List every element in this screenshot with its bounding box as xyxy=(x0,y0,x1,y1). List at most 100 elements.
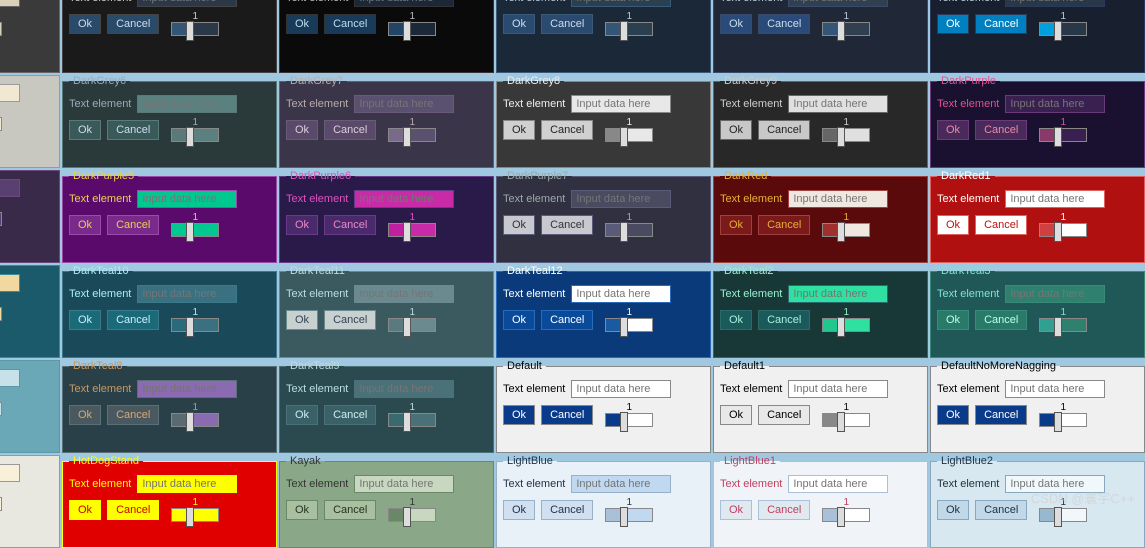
ok-button[interactable]: Ok xyxy=(69,14,101,34)
data-input[interactable] xyxy=(137,380,237,398)
data-input[interactable] xyxy=(0,84,20,102)
data-input[interactable] xyxy=(788,0,888,7)
slider[interactable] xyxy=(605,223,653,237)
data-input[interactable] xyxy=(1005,0,1105,7)
ok-button[interactable]: Ok xyxy=(69,120,101,140)
data-input[interactable] xyxy=(571,190,671,208)
cancel-button[interactable]: Cancel xyxy=(107,310,159,330)
slider[interactable] xyxy=(388,508,436,522)
cancel-button[interactable]: Cancel xyxy=(758,120,810,140)
ok-button[interactable]: Ok xyxy=(503,310,535,330)
cancel-button[interactable]: Cancel xyxy=(975,310,1027,330)
ok-button[interactable]: Ok xyxy=(937,310,969,330)
cancel-button[interactable]: Cancel xyxy=(541,500,593,520)
data-input[interactable] xyxy=(0,179,20,197)
cancel-button[interactable]: Cancel xyxy=(758,500,810,520)
cancel-button[interactable]: Cancel xyxy=(758,14,810,34)
cancel-button[interactable]: Cancel xyxy=(324,215,376,235)
cancel-button[interactable]: Cancel xyxy=(975,120,1027,140)
ok-button[interactable]: Ok xyxy=(69,310,101,330)
cancel-button[interactable]: Cancel xyxy=(324,405,376,425)
cancel-button[interactable]: Cancel xyxy=(107,215,159,235)
cancel-button[interactable]: Cancel xyxy=(541,120,593,140)
ok-button[interactable]: Ok xyxy=(720,215,752,235)
slider[interactable] xyxy=(822,413,870,427)
cancel-button[interactable]: Cancel xyxy=(107,14,159,34)
data-input[interactable] xyxy=(137,95,237,113)
data-input[interactable] xyxy=(137,190,237,208)
slider[interactable] xyxy=(171,128,219,142)
data-input[interactable] xyxy=(571,95,671,113)
data-input[interactable] xyxy=(571,285,671,303)
ok-button[interactable]: Ok xyxy=(720,310,752,330)
slider[interactable] xyxy=(171,318,219,332)
ok-button[interactable]: Ok xyxy=(720,500,752,520)
data-input[interactable] xyxy=(1005,190,1105,208)
ok-button[interactable]: Ok xyxy=(69,405,101,425)
cancel-button[interactable]: Cancel xyxy=(324,14,376,34)
cancel-button[interactable]: Cancel xyxy=(975,215,1027,235)
slider[interactable] xyxy=(605,318,653,332)
slider[interactable] xyxy=(1039,413,1087,427)
slider[interactable] xyxy=(605,128,653,142)
cancel-button[interactable]: Cancel xyxy=(541,14,593,34)
ok-button[interactable]: Ok xyxy=(937,120,969,140)
data-input[interactable] xyxy=(137,285,237,303)
ok-button[interactable]: Ok xyxy=(286,120,318,140)
data-input[interactable] xyxy=(1005,95,1105,113)
data-input[interactable] xyxy=(137,475,237,493)
slider[interactable] xyxy=(605,413,653,427)
cancel-button[interactable]: Cancel xyxy=(975,405,1027,425)
data-input[interactable] xyxy=(0,274,20,292)
slider[interactable] xyxy=(1039,508,1087,522)
ok-button[interactable]: Ok xyxy=(69,500,101,520)
cancel-button[interactable]: Cancel xyxy=(324,500,376,520)
data-input[interactable] xyxy=(788,380,888,398)
ok-button[interactable]: Ok xyxy=(503,405,535,425)
ok-button[interactable]: Ok xyxy=(937,14,969,34)
data-input[interactable] xyxy=(1005,285,1105,303)
data-input[interactable] xyxy=(1005,380,1105,398)
ok-button[interactable]: Ok xyxy=(720,405,752,425)
cancel-button[interactable]: Cancel xyxy=(324,120,376,140)
cancel-button[interactable]: Cancel xyxy=(541,215,593,235)
slider[interactable] xyxy=(822,128,870,142)
slider[interactable] xyxy=(0,22,2,36)
data-input[interactable] xyxy=(788,285,888,303)
slider[interactable] xyxy=(1039,22,1087,36)
cancel-button[interactable]: Cancel xyxy=(541,310,593,330)
data-input[interactable] xyxy=(571,475,671,493)
data-input[interactable] xyxy=(571,0,671,7)
data-input[interactable] xyxy=(0,369,20,387)
ok-button[interactable]: Ok xyxy=(503,500,535,520)
cancel-button[interactable]: Cancel xyxy=(975,14,1027,34)
slider[interactable] xyxy=(0,117,2,131)
ok-button[interactable]: Ok xyxy=(720,120,752,140)
data-input[interactable] xyxy=(788,475,888,493)
ok-button[interactable]: Ok xyxy=(69,215,101,235)
slider[interactable] xyxy=(1039,223,1087,237)
data-input[interactable] xyxy=(354,0,454,7)
slider[interactable] xyxy=(822,223,870,237)
ok-button[interactable]: Ok xyxy=(286,215,318,235)
data-input[interactable] xyxy=(0,0,20,7)
ok-button[interactable]: Ok xyxy=(503,120,535,140)
slider[interactable] xyxy=(822,22,870,36)
ok-button[interactable]: Ok xyxy=(937,500,969,520)
slider[interactable] xyxy=(1039,128,1087,142)
ok-button[interactable]: Ok xyxy=(286,500,318,520)
slider[interactable] xyxy=(605,508,653,522)
data-input[interactable] xyxy=(354,285,454,303)
data-input[interactable] xyxy=(788,95,888,113)
slider[interactable] xyxy=(388,318,436,332)
ok-button[interactable]: Ok xyxy=(720,14,752,34)
ok-button[interactable]: Ok xyxy=(503,215,535,235)
slider[interactable] xyxy=(0,497,2,511)
ok-button[interactable]: Ok xyxy=(937,405,969,425)
slider[interactable] xyxy=(388,128,436,142)
slider[interactable] xyxy=(171,223,219,237)
data-input[interactable] xyxy=(354,380,454,398)
ok-button[interactable]: Ok xyxy=(286,405,318,425)
cancel-button[interactable]: Cancel xyxy=(758,215,810,235)
slider[interactable] xyxy=(171,22,219,36)
